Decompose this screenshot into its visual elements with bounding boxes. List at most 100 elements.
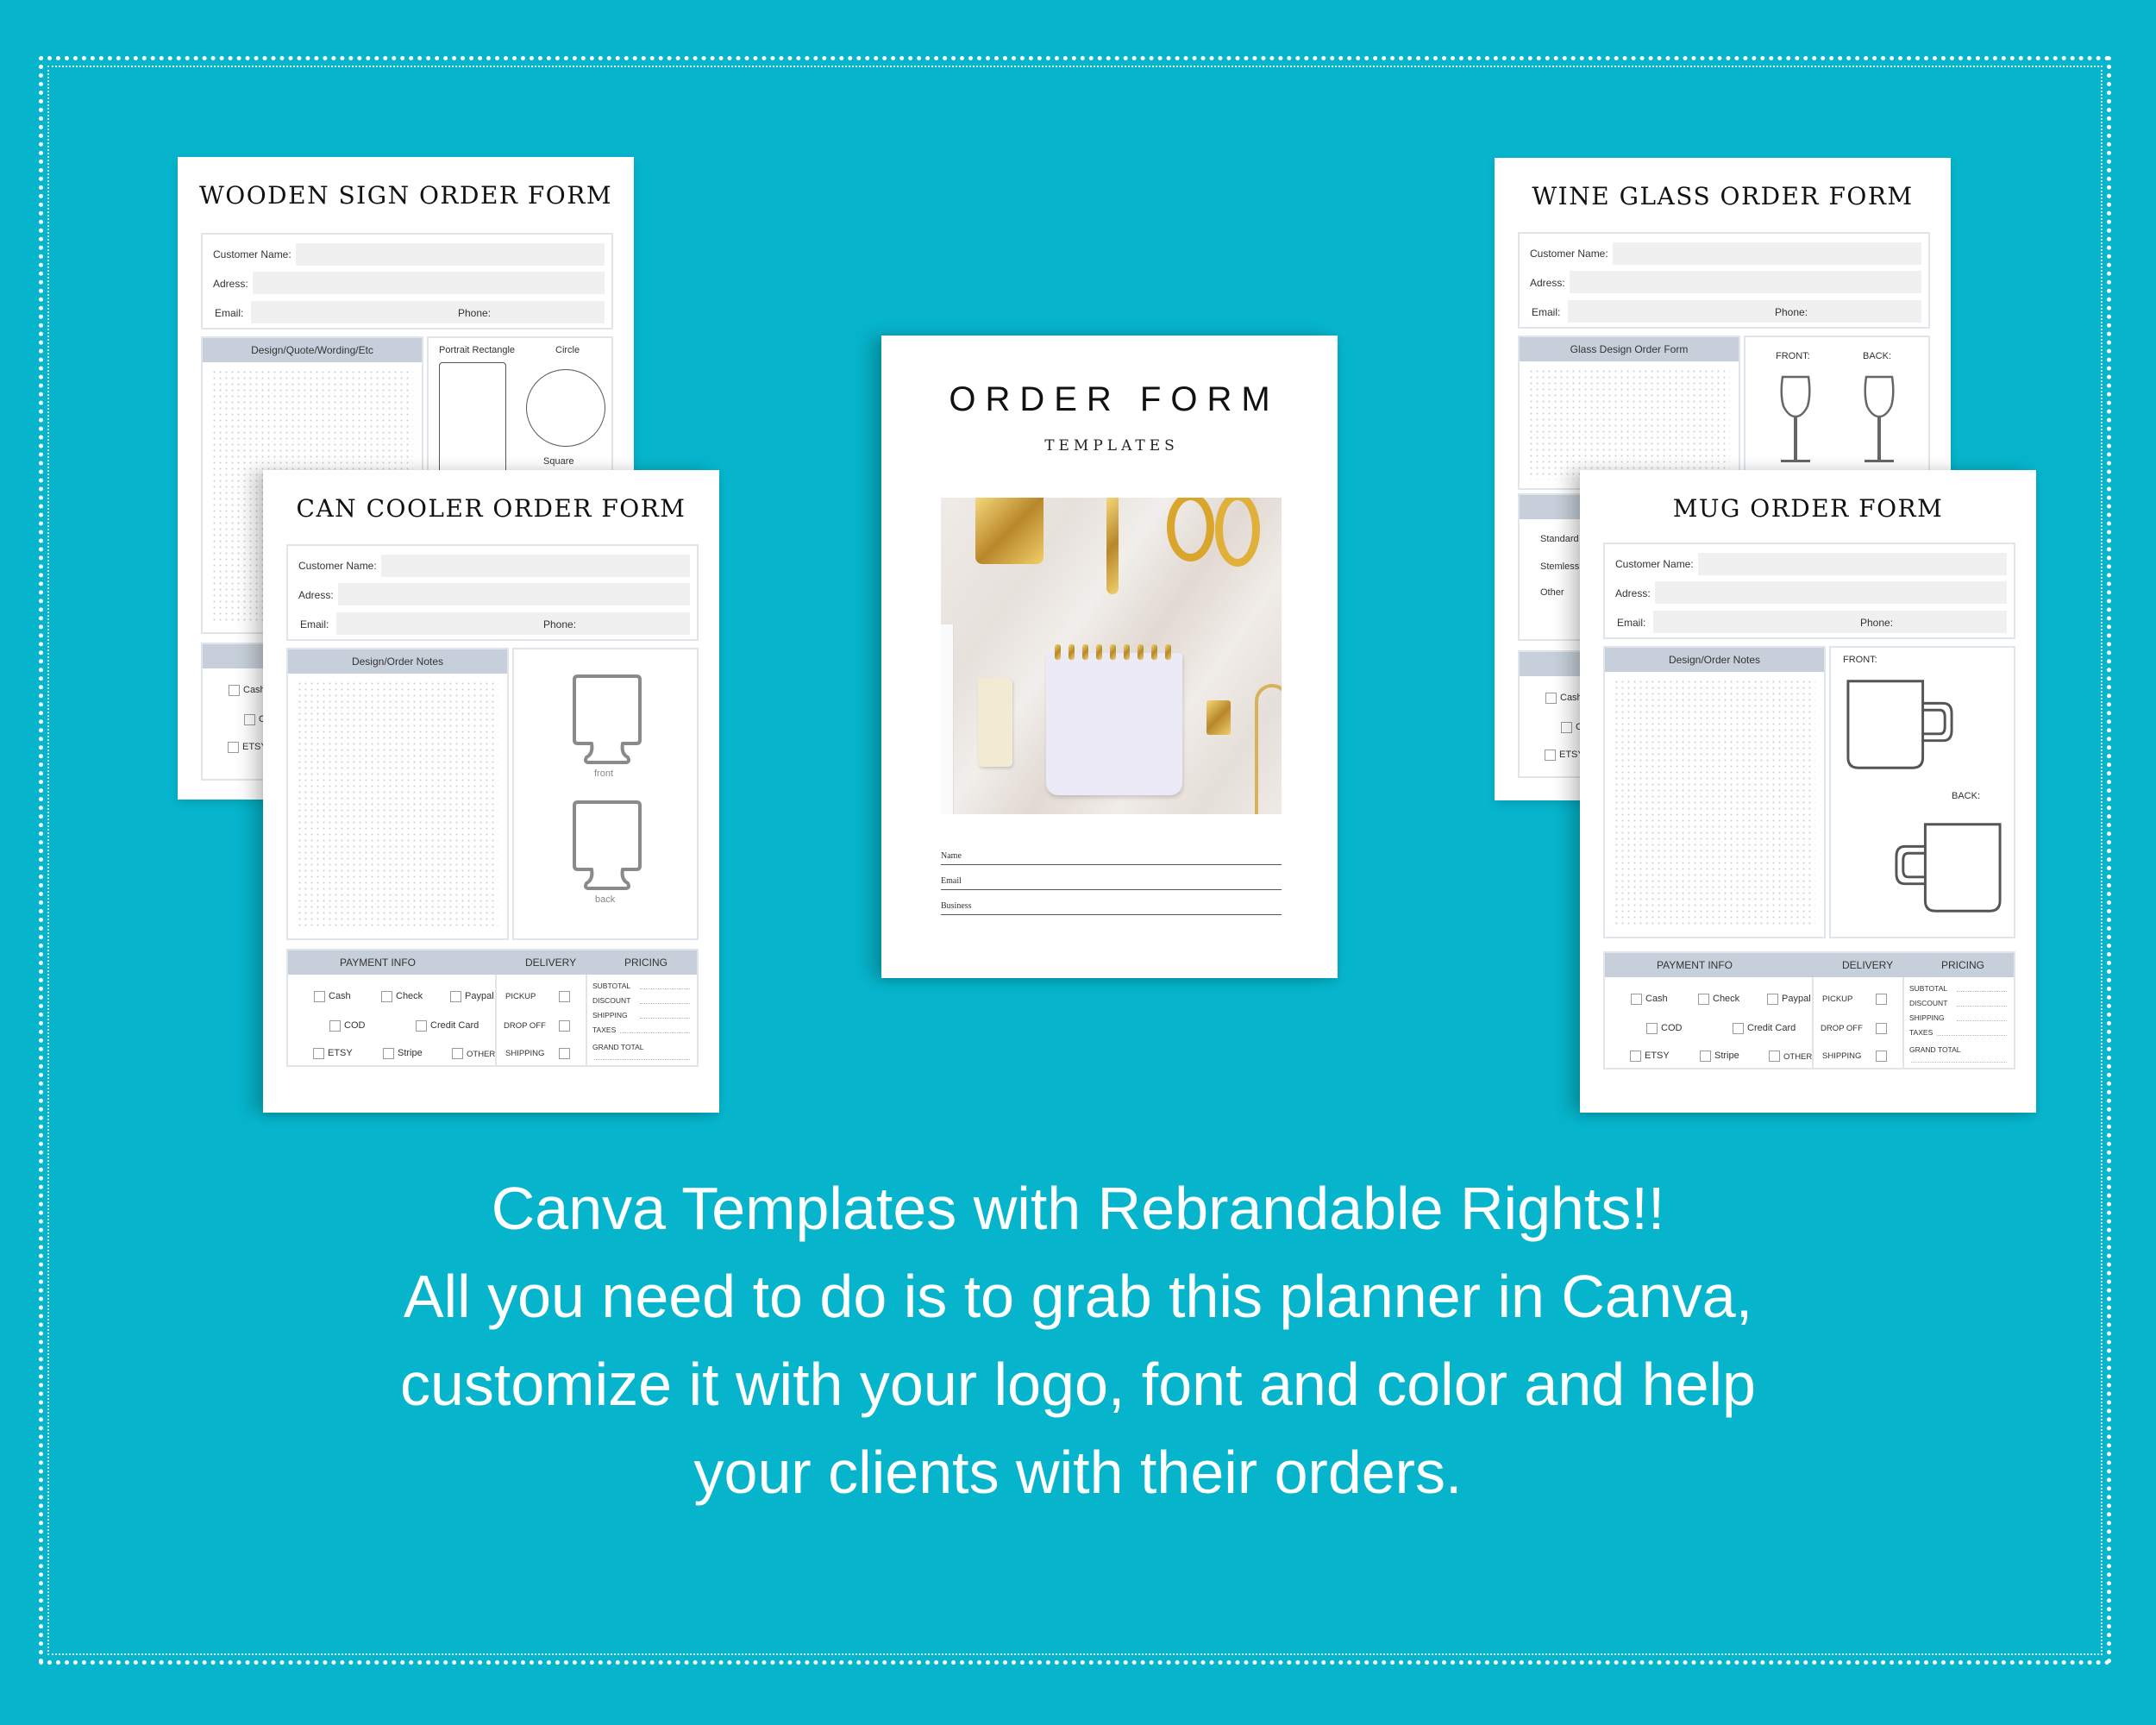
phone-label: Phone:: [1860, 617, 1894, 629]
delivery-option-label: PICKUP: [1822, 994, 1853, 1004]
email-phone-input[interactable]: Phone:: [1653, 611, 2007, 633]
payment-method-checkbox[interactable]: [1769, 1051, 1780, 1062]
pricing-value-line[interactable]: [640, 988, 690, 989]
payment-method-checkbox[interactable]: [450, 991, 461, 1002]
customer-name-input[interactable]: [1613, 242, 1921, 265]
payment-method-label: ETSY: [328, 1048, 353, 1058]
cover-field-business-line[interactable]: [941, 914, 1282, 915]
design-notes-area[interactable]: Design/Order Notes: [1603, 646, 1826, 938]
payment-info-header: PAYMENT INFO: [1657, 959, 1733, 971]
email-phone-input[interactable]: Phone:: [336, 612, 690, 635]
preview-box: FRONT: BACK:: [1829, 646, 2015, 938]
glass-style-label: Other: [1540, 587, 1564, 598]
email-phone-input[interactable]: Phone:: [251, 301, 605, 323]
cover-field-email-line[interactable]: [941, 889, 1282, 890]
payment-method-checkbox[interactable]: [314, 991, 325, 1002]
design-notes-area[interactable]: Glass Design Order Form: [1518, 336, 1740, 490]
payment-method-label: Paypal: [1782, 994, 1811, 1004]
notebook-ring: [1151, 644, 1157, 660]
cover-field-name-line[interactable]: [941, 864, 1282, 865]
address-label: Adress:: [298, 589, 334, 601]
customer-name-input[interactable]: [381, 555, 690, 577]
payment-method-checkbox[interactable]: [1646, 1023, 1658, 1034]
pricing-value-line[interactable]: [640, 1018, 690, 1019]
payment-method-checkbox[interactable]: [1631, 994, 1642, 1005]
customer-info-box: Customer Name: Adress: Email: Phone:: [286, 544, 699, 641]
payment-method-checkbox[interactable]: [1545, 750, 1556, 761]
payment-method-checkbox[interactable]: [313, 1048, 324, 1059]
delivery-option-checkbox[interactable]: [559, 1020, 570, 1032]
address-input[interactable]: [253, 272, 605, 294]
pricing-header: PRICING: [624, 957, 668, 969]
payment-method-checkbox[interactable]: [1700, 1051, 1711, 1062]
design-notes-area[interactable]: Design/Order Notes: [286, 648, 509, 940]
divider: [495, 975, 497, 1065]
pricing-value-line[interactable]: [1957, 1006, 2007, 1007]
dot-grid: [1614, 679, 1815, 928]
pricing-value-line[interactable]: [620, 1032, 690, 1033]
phone-label: Phone:: [1775, 306, 1808, 318]
address-input[interactable]: [1655, 581, 2007, 604]
payment-method-label: COD: [344, 1020, 366, 1031]
wine-glass-back-icon: [1862, 375, 1896, 469]
delivery-option-checkbox[interactable]: [1876, 1051, 1887, 1062]
promo-caption: Canva Templates with Rebrandable Rights!…: [0, 1164, 2156, 1516]
delivery-option-checkbox[interactable]: [559, 1048, 570, 1059]
phone-label: Phone:: [543, 618, 577, 630]
front-label: FRONT:: [1843, 655, 1877, 665]
email-phone-input[interactable]: Phone:: [1568, 300, 1921, 323]
pricing-header: PRICING: [1941, 959, 1985, 971]
notebook-ring: [1055, 644, 1061, 660]
grand-total-line[interactable]: [594, 1059, 690, 1060]
payment-method-checkbox[interactable]: [244, 714, 255, 725]
payment-header-bar: PAYMENT INFO DELIVERY PRICING: [1605, 953, 2014, 977]
pricing-value-line[interactable]: [1957, 1020, 2007, 1021]
pricing-value-line[interactable]: [1937, 1035, 2007, 1036]
form-title: MUG ORDER FORM: [1672, 494, 1944, 523]
pricing-value-line[interactable]: [640, 1003, 690, 1004]
delivery-option-checkbox[interactable]: [1876, 994, 1887, 1005]
notebook-ring: [1082, 644, 1088, 660]
delivery-option-checkbox[interactable]: [559, 991, 570, 1002]
payment-method-checkbox[interactable]: [416, 1020, 427, 1032]
can-order-form-page: CAN COOLER ORDER FORM Customer Name: Adres…: [263, 470, 719, 1113]
payment-method-checkbox[interactable]: [381, 991, 392, 1002]
address-input[interactable]: [1570, 271, 1921, 293]
payment-method-checkbox[interactable]: [1630, 1051, 1641, 1062]
customer-info-box: Customer Name: Adress: Email: Phone:: [201, 233, 613, 329]
notebook-ring: [1165, 644, 1171, 660]
payment-method-checkbox[interactable]: [229, 685, 240, 696]
payment-method-checkbox[interactable]: [228, 742, 239, 753]
customer-name-input[interactable]: [296, 243, 605, 266]
grand-total-line[interactable]: [1911, 1062, 2007, 1063]
back-label: BACK:: [1952, 791, 1981, 801]
payment-method-checkbox[interactable]: [1545, 693, 1557, 704]
can-cooler-front-icon: [571, 673, 643, 774]
payment-method-checkbox[interactable]: [1698, 994, 1709, 1005]
pricing-label: TAXES: [1909, 1028, 1934, 1037]
payment-method-checkbox[interactable]: [452, 1048, 463, 1059]
delivery-option-checkbox[interactable]: [1876, 1023, 1887, 1034]
customer-name-input[interactable]: [1698, 553, 2007, 575]
pricing-label: DISCOUNT: [1909, 999, 1948, 1007]
pricing-label: SHIPPING: [592, 1011, 628, 1019]
preview-box: front back: [512, 648, 699, 940]
mug-front-icon: [1845, 677, 1955, 776]
payment-method-checkbox[interactable]: [1733, 1023, 1744, 1034]
delivery-option-label: DROP OFF: [504, 1021, 546, 1031]
cover-page: ORDER FORM TEMPLATES Name Email Business: [881, 336, 1338, 978]
payment-method-checkbox[interactable]: [329, 1020, 341, 1032]
form-title: WINE GLASS ORDER FORM: [1532, 182, 1914, 210]
eraser-image: [978, 678, 1012, 767]
caption-line: Canva Templates with Rebrandable Rights!…: [491, 1175, 1665, 1242]
pricing-value-line[interactable]: [1957, 991, 2007, 992]
payment-info-header: PAYMENT INFO: [340, 957, 417, 969]
payment-method-checkbox[interactable]: [1561, 722, 1572, 733]
payment-method-checkbox[interactable]: [1767, 994, 1778, 1005]
cover-subtitle: TEMPLATES: [1044, 437, 1179, 455]
circle-label: Circle: [555, 345, 580, 355]
address-label: Adress:: [1615, 587, 1651, 599]
address-input[interactable]: [338, 583, 690, 605]
notebook-ring: [1124, 644, 1130, 660]
payment-method-checkbox[interactable]: [383, 1048, 394, 1059]
